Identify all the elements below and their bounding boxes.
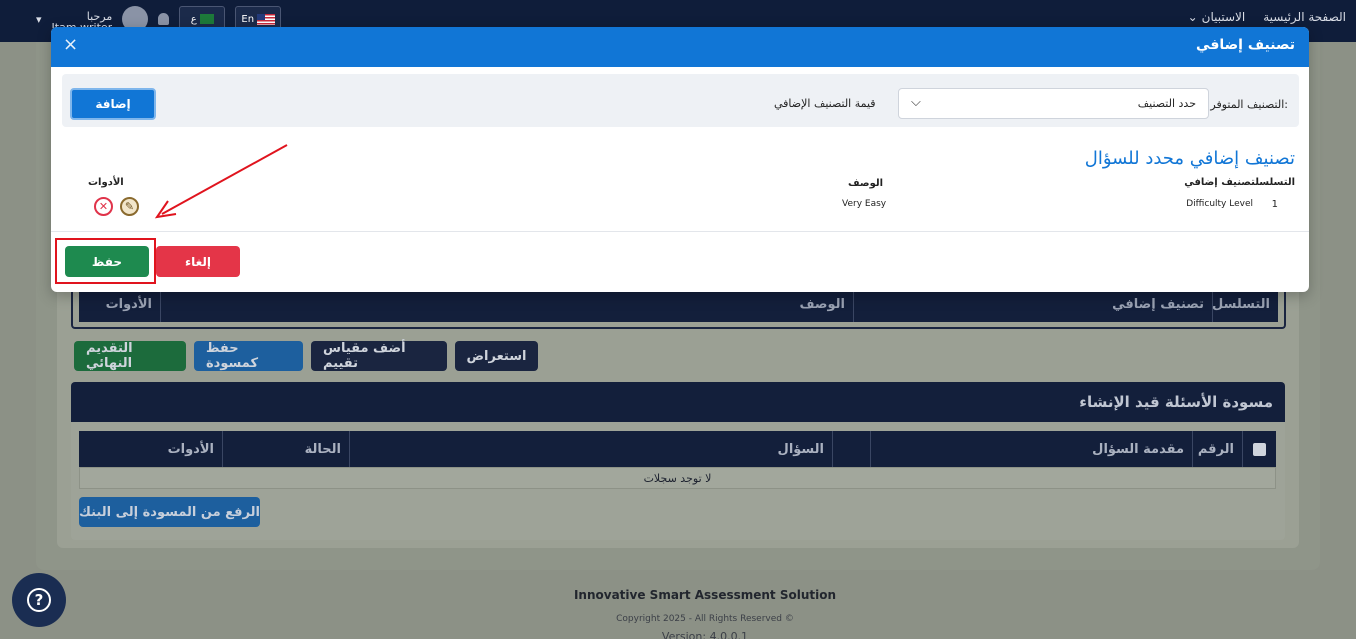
help-button[interactable]: ? — [12, 573, 66, 627]
upload-to-bank-button[interactable]: الرفع من المسودة إلى البنك — [79, 497, 260, 527]
add-rating-scale-button[interactable]: أضف مقياس تقييم — [311, 341, 447, 371]
lang-ar-label: ع — [190, 13, 197, 25]
modal-title: تصنيف إضافي — [1196, 37, 1295, 53]
classification-value-label: قيمة التصنيف الإضافي — [774, 97, 876, 110]
drafts-title: مسودة الأسئلة قيد الإنشاء — [71, 382, 1285, 422]
drafts-table-header: الرقم مقدمة السؤال السؤال الحالة الأدوات — [79, 431, 1276, 467]
row-seq: 1 — [1271, 199, 1278, 210]
nav-questionnaires[interactable]: الاستبيان ⌄ — [1188, 10, 1246, 24]
footer-copyright: Copyright 2025 - All Rights Reserved © — [616, 614, 794, 624]
user-greeting: مرحبا Itam writer — [52, 11, 113, 28]
classification-select[interactable]: حدد التصنيف ⌵ — [898, 88, 1209, 119]
col-number: الرقم — [1192, 431, 1242, 467]
select-all-cell — [1242, 431, 1276, 467]
col-question: السؤال — [349, 431, 832, 467]
col-tools: الأدوات — [88, 177, 124, 188]
flag-us-icon — [257, 13, 276, 25]
modal-header: تصنيف إضافي × — [51, 27, 1309, 67]
nav-home-label: الصفحة الرئيسية — [1263, 10, 1346, 24]
no-records-row: لا توجد سجلات — [79, 467, 1276, 489]
col-seq-classification: التسلسلتصنيف إضافي — [1184, 177, 1295, 188]
preview-button[interactable]: استعراض — [455, 341, 538, 371]
final-submit-button[interactable]: التقديم النهائي — [74, 341, 186, 371]
cancel-button[interactable]: إلغاء — [156, 246, 240, 277]
delete-icon[interactable]: ✕ — [94, 197, 113, 216]
footer-version: Version: 4.0.0.1 — [661, 630, 749, 639]
edit-icon[interactable]: ✎ — [120, 197, 139, 216]
lang-en-label: En — [241, 13, 255, 25]
main-nav: الصفحة الرئيسية الاستبيان ⌄ — [1188, 10, 1346, 24]
close-icon[interactable]: × — [63, 36, 78, 54]
save-draft-button[interactable]: حفظ كمسودة — [194, 341, 303, 371]
chevron-down-icon: ⌵ — [911, 95, 921, 110]
classification-form: التصنيف المتوفر: حدد التصنيف ⌵ قيمة التص… — [62, 74, 1299, 127]
modal-divider — [51, 231, 1309, 232]
greeting-text: مرحبا — [86, 9, 113, 23]
classification-select-value: حدد التصنيف — [1137, 97, 1196, 110]
action-buttons-row: التقديم النهائي حفظ كمسودة أضف مقياس تقي… — [74, 341, 538, 371]
save-highlight-box — [55, 238, 156, 284]
available-classification-label: التصنيف المتوفر: — [1210, 98, 1288, 111]
nav-questionnaires-label: الاستبيان — [1201, 10, 1246, 24]
user-menu-chevron-icon[interactable]: ▾ — [36, 13, 42, 26]
row-description: Very Easy — [842, 199, 887, 209]
add-button[interactable]: إضافة — [70, 88, 156, 120]
nav-home[interactable]: الصفحة الرئيسية — [1263, 10, 1346, 24]
col-tools-drafts: الأدوات — [167, 441, 214, 457]
row-classification: Difficulty Level — [1186, 199, 1253, 209]
footer: Innovative Smart Assessment Solution Cop… — [500, 588, 910, 639]
footer-title: Innovative Smart Assessment Solution — [573, 588, 837, 602]
flag-sa-icon — [199, 14, 214, 24]
col-spacer — [832, 431, 870, 467]
additional-classification-modal: تصنيف إضافي × التصنيف المتوفر: حدد التصن… — [51, 27, 1309, 292]
section-title: تصنيف إضافي محدد للسؤال — [1084, 148, 1295, 169]
col-status: الحالة — [222, 431, 349, 467]
bell-icon[interactable] — [158, 13, 170, 25]
col-question-intro: مقدمة السؤال — [870, 431, 1192, 467]
select-all-checkbox[interactable] — [1253, 442, 1266, 456]
col-description: الوصف — [848, 178, 884, 189]
help-icon: ? — [27, 588, 51, 612]
